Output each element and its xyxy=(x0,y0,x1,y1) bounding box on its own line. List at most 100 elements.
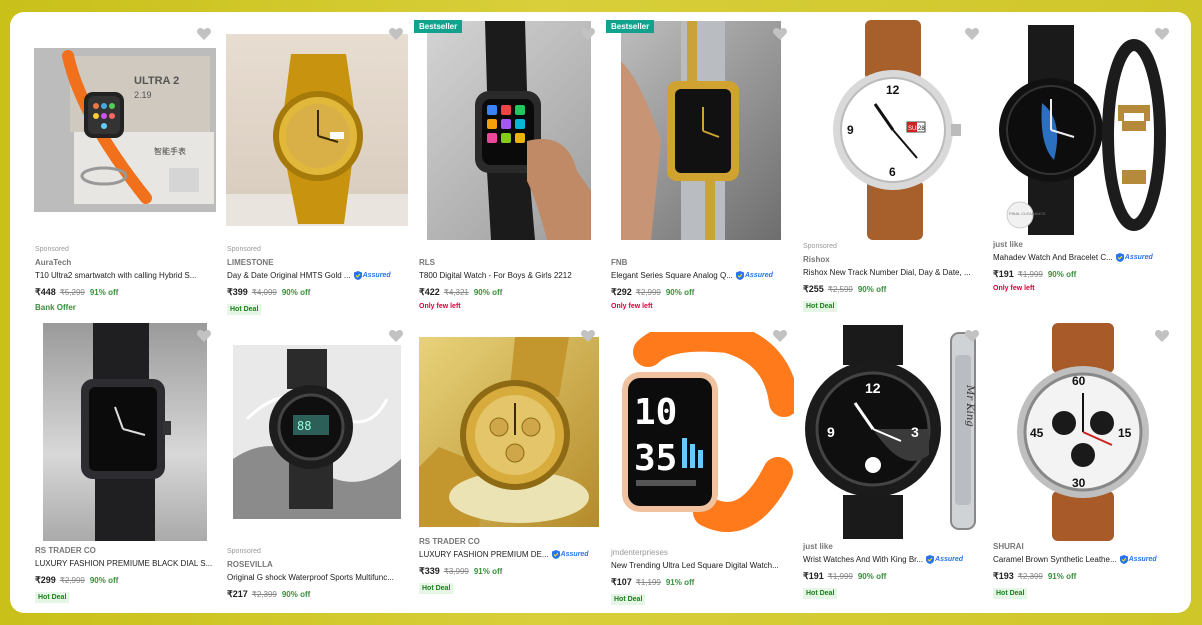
sponsored-label: Sponsored xyxy=(227,246,261,253)
product-mrp: ₹3,999 xyxy=(443,567,469,576)
product-card[interactable]: Bestseller FNB Elegant Series Square Ana… xyxy=(606,20,796,320)
smartwatch-box-image: ULTRA 2 2.19 智能手表 xyxy=(62,50,214,204)
product-card[interactable]: Bestseller RLS T800 Digital Watch - For … xyxy=(414,20,604,320)
product-brand: just like xyxy=(803,542,833,551)
product-card[interactable]: 88 Sponsored ROSEVILLA Original G shock … xyxy=(222,322,412,613)
product-image[interactable]: 12 9 3 Mr King xyxy=(798,322,988,542)
product-card[interactable]: 10 35 jmdenterprieses New Trending Ultra… xyxy=(606,322,796,613)
product-title[interactable]: Day & Date Original HMTS Gold ... xyxy=(227,271,351,280)
wishlist-heart-icon[interactable] xyxy=(1154,26,1170,42)
digital-watch-hand-image xyxy=(475,20,591,240)
dial-9: 9 xyxy=(847,123,854,137)
svg-text:2.19: 2.19 xyxy=(134,90,152,100)
product-card[interactable]: 12 9 6 SUN 28 Sponsored Rishox Rishox Ne… xyxy=(798,20,988,320)
assured-badge: Assured xyxy=(735,271,773,280)
bestseller-badge: Bestseller xyxy=(414,20,463,33)
product-mrp: ₹1,999 xyxy=(827,572,853,581)
product-image[interactable] xyxy=(414,20,604,240)
wishlist-heart-icon[interactable] xyxy=(580,26,596,42)
product-discount: 91% off xyxy=(665,578,695,587)
wishlist-heart-icon[interactable] xyxy=(964,328,980,344)
svg-text:15: 15 xyxy=(1118,426,1132,440)
product-title[interactable]: Original G shock Waterproof Sports Multi… xyxy=(227,573,394,582)
product-title[interactable]: Mahadev Watch And Bracelet C... xyxy=(993,253,1113,262)
product-mrp: ₹5,299 xyxy=(59,288,85,297)
product-discount: 90% off xyxy=(473,288,503,297)
assured-shield-icon xyxy=(926,555,935,564)
product-price: ₹299 xyxy=(35,575,56,585)
product-info: jmdenterprieses New Trending Ultra Led S… xyxy=(611,548,789,606)
product-image[interactable]: 60 45 15 30 xyxy=(988,322,1178,542)
wishlist-heart-icon[interactable] xyxy=(772,26,788,42)
product-image[interactable]: 12 9 6 SUN 28 xyxy=(798,20,988,240)
hot-deal-badge: Hot Deal xyxy=(803,301,838,312)
svg-text:28: 28 xyxy=(918,126,925,132)
hot-deal-badge: Hot Deal xyxy=(419,583,454,594)
product-card[interactable]: Sponsored LIMESTONE Day & Date Original … xyxy=(222,20,412,320)
svg-text:30: 30 xyxy=(1072,476,1086,490)
product-image[interactable]: ULTRA 2 2.19 智能手表 xyxy=(30,20,220,240)
product-discount: 90% off xyxy=(281,590,311,599)
product-brand: ROSEVILLA xyxy=(227,560,273,569)
product-title[interactable]: Rishox New Track Number Dial, Day & Date… xyxy=(803,268,971,277)
product-price: ₹448 xyxy=(35,287,56,297)
product-title[interactable]: T800 Digital Watch - For Boys & Girls 22… xyxy=(419,271,572,280)
product-title[interactable]: LUXURY FASHION PREMIUM DE... xyxy=(419,550,549,559)
assured-badge: Assured xyxy=(353,271,391,280)
orange-led-watch-image: 10 35 xyxy=(622,332,794,532)
hot-deal-badge: Hot Deal xyxy=(611,594,646,605)
product-title[interactable]: New Trending Ultra Led Square Digital Wa… xyxy=(611,561,779,570)
wishlist-heart-icon[interactable] xyxy=(580,328,596,344)
product-brand: RS TRADER CO xyxy=(419,537,480,546)
product-image[interactable]: 88 xyxy=(222,322,412,542)
product-price: ₹255 xyxy=(803,284,824,294)
wishlist-heart-icon[interactable] xyxy=(1154,328,1170,344)
product-info: FNB Elegant Series Square Analog Q... As… xyxy=(611,246,789,310)
product-grid-panel: ULTRA 2 2.19 智能手表 Sponsored AuraTech T10… xyxy=(10,12,1191,613)
product-title[interactable]: T10 Ultra2 smartwatch with calling Hybri… xyxy=(35,271,196,280)
product-image[interactable] xyxy=(414,322,604,542)
product-discount: 90% off xyxy=(857,285,887,294)
few-left-label: Only few left xyxy=(611,303,653,310)
product-title[interactable]: Caramel Brown Synthetic Leathe... xyxy=(993,555,1117,564)
wishlist-heart-icon[interactable] xyxy=(772,328,788,344)
product-mrp: ₹2,999 xyxy=(59,576,85,585)
product-info: Sponsored Rishox Rishox New Track Number… xyxy=(803,243,981,313)
product-mrp: ₹1,999 xyxy=(1017,270,1043,279)
svg-text:88: 88 xyxy=(297,419,311,433)
brown-leather-chrono-image: 60 45 15 30 xyxy=(1017,323,1149,541)
product-card[interactable]: RS TRADER CO LUXURY FASHION PREMIUME BLA… xyxy=(30,322,220,613)
sponsored-label: Sponsored xyxy=(227,548,261,555)
product-card[interactable]: FINAL CLEARANCE just like Mahadev Watch … xyxy=(988,20,1178,320)
svg-text:45: 45 xyxy=(1030,426,1044,440)
product-image[interactable]: FINAL CLEARANCE xyxy=(988,20,1178,240)
wishlist-heart-icon[interactable] xyxy=(388,328,404,344)
wishlist-heart-icon[interactable] xyxy=(196,26,212,42)
product-title[interactable]: LUXURY FASHION PREMIUME BLACK DIAL S... xyxy=(35,559,212,568)
product-card[interactable]: 12 9 3 Mr King just like Wrist Watches A… xyxy=(798,322,988,613)
dial-3: 3 xyxy=(911,424,919,440)
product-image[interactable] xyxy=(222,20,412,240)
box-brand-text: ULTRA 2 xyxy=(134,75,179,87)
product-brand: RS TRADER CO xyxy=(35,546,96,555)
product-price: ₹339 xyxy=(419,566,440,576)
product-image[interactable] xyxy=(606,20,796,240)
product-card[interactable]: ULTRA 2 2.19 智能手表 Sponsored AuraTech T10… xyxy=(30,20,220,320)
product-title[interactable]: Wrist Watches And With King Br... xyxy=(803,555,923,564)
product-brand: FNB xyxy=(611,258,628,267)
product-card[interactable]: RS TRADER CO LUXURY FASHION PREMIUM DE..… xyxy=(414,322,604,613)
product-brand: SHURAI xyxy=(993,542,1024,551)
product-title[interactable]: Elegant Series Square Analog Q... xyxy=(611,271,733,280)
assured-badge: Assured xyxy=(1115,253,1153,262)
wishlist-heart-icon[interactable] xyxy=(964,26,980,42)
assured-shield-icon xyxy=(1119,555,1128,564)
wishlist-heart-icon[interactable] xyxy=(388,26,404,42)
product-card[interactable]: 60 45 15 30 SHURAI Caramel Brown Synthet… xyxy=(988,322,1178,613)
product-info: SHURAI Caramel Brown Synthetic Leathe...… xyxy=(993,542,1171,600)
product-price: ₹193 xyxy=(993,571,1014,581)
product-mrp: ₹2,399 xyxy=(251,590,277,599)
wishlist-heart-icon[interactable] xyxy=(196,328,212,344)
product-image[interactable]: 10 35 xyxy=(606,322,796,542)
product-info: RLS T800 Digital Watch - For Boys & Girl… xyxy=(419,246,597,310)
product-image[interactable] xyxy=(30,322,220,542)
